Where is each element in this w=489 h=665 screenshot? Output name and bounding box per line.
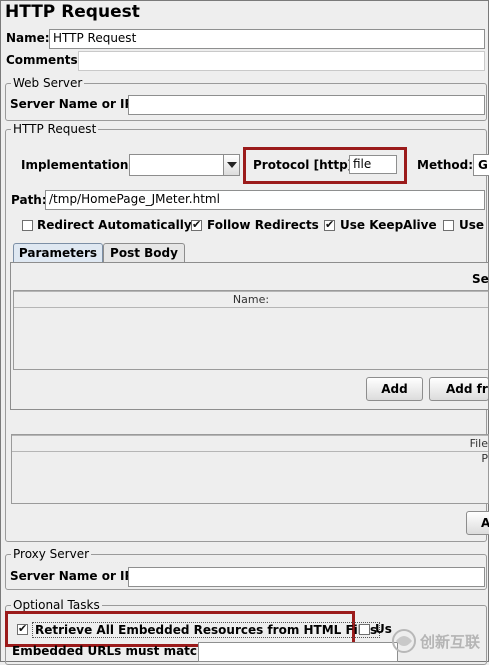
method-value: G bbox=[478, 158, 488, 172]
redirect-auto-label: Redirect Automatically bbox=[37, 218, 192, 232]
use-multipart-checkbox[interactable] bbox=[443, 220, 454, 231]
embedded-urls-field[interactable] bbox=[198, 642, 398, 662]
comments-label: Comments: bbox=[6, 53, 83, 67]
file-path-column-label: File P bbox=[469, 437, 488, 465]
follow-redirects-checkbox[interactable] bbox=[191, 218, 202, 231]
implementation-label: Implementation: bbox=[21, 158, 134, 172]
protocol-field[interactable]: file bbox=[349, 155, 397, 174]
protocol-label: Protocol [http]: bbox=[253, 158, 358, 172]
retrieve-resources-checkbox[interactable] bbox=[17, 622, 28, 635]
use-concurrent-pool-checkbox[interactable] bbox=[359, 624, 370, 635]
web-server-title: Web Server bbox=[11, 76, 85, 90]
chevron-down-icon[interactable] bbox=[223, 155, 239, 175]
method-label: Method: bbox=[417, 158, 473, 172]
http-request-title: HTTP Request bbox=[11, 122, 99, 136]
proxy-server-title: Proxy Server bbox=[11, 547, 92, 561]
server-name-field[interactable] bbox=[128, 95, 485, 115]
comments-field[interactable] bbox=[78, 51, 485, 71]
add-button[interactable]: Add bbox=[366, 377, 423, 401]
name-label: Name: bbox=[6, 31, 50, 45]
redirect-auto-checkbox[interactable] bbox=[22, 220, 33, 231]
name-field[interactable]: HTTP Request bbox=[49, 29, 485, 49]
retrieve-resources-label: Retrieve All Embedded Resources from HTM… bbox=[32, 622, 381, 638]
server-name-label: Server Name or IP: bbox=[10, 97, 139, 111]
name-column-label: Name: bbox=[232, 293, 270, 306]
add-file-button[interactable]: A bbox=[466, 511, 489, 535]
keepalive-checkbox[interactable] bbox=[324, 218, 335, 231]
file-path-column-header: File P bbox=[12, 435, 488, 465]
method-select[interactable]: G bbox=[473, 154, 489, 176]
optional-tasks-title: Optional Tasks bbox=[11, 598, 102, 612]
follow-redirects-label: Follow Redirects bbox=[207, 218, 319, 232]
implementation-select[interactable] bbox=[129, 154, 240, 176]
embedded-urls-label: Embedded URLs must match: bbox=[12, 644, 211, 658]
watermark-logo: 创新互联 bbox=[390, 626, 485, 656]
watermark-text: 创新互联 bbox=[420, 633, 481, 651]
proxy-server-field[interactable] bbox=[128, 567, 485, 587]
keepalive-label: Use KeepAlive bbox=[340, 218, 437, 232]
params-send-header: Se bbox=[472, 272, 489, 286]
tab-parameters[interactable]: Parameters bbox=[13, 243, 103, 263]
name-column-header: Name: bbox=[14, 291, 488, 308]
path-label: Path: bbox=[11, 193, 47, 207]
page-title: HTTP Request bbox=[5, 2, 140, 22]
proxy-server-label: Server Name or IP: bbox=[10, 569, 139, 583]
add-from-clipboard-button[interactable]: Add fro bbox=[429, 377, 489, 401]
tab-post-body[interactable]: Post Body bbox=[103, 243, 185, 263]
use-multipart-label: Use m bbox=[459, 218, 489, 232]
path-field[interactable]: /tmp/HomePage_JMeter.html bbox=[45, 190, 485, 210]
